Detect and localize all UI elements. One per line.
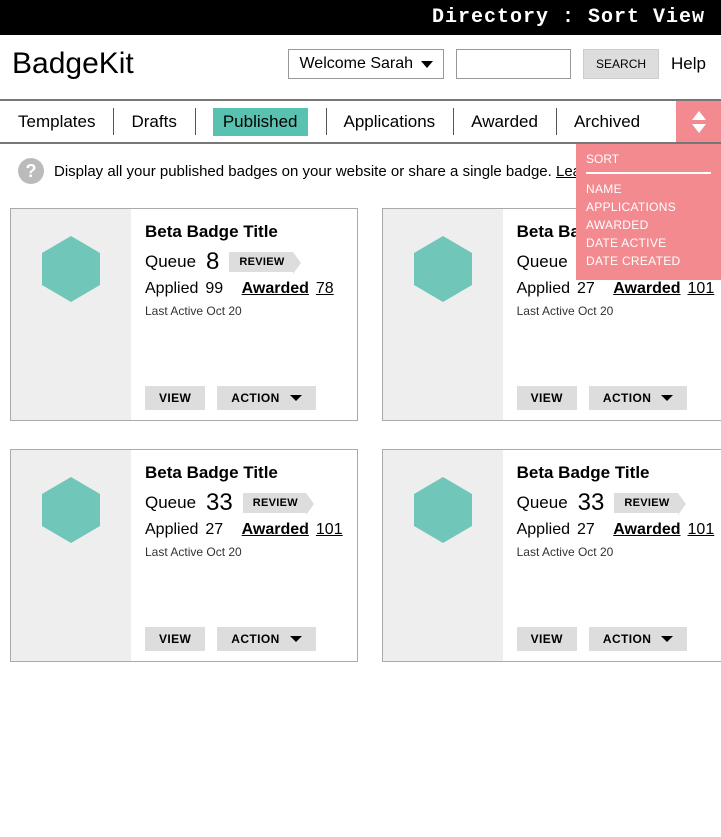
badge-thumbnail bbox=[11, 450, 131, 661]
tab-applications[interactable]: Applications bbox=[326, 101, 454, 142]
search-input[interactable] bbox=[456, 49, 571, 79]
badge-title: Beta Badge Title bbox=[145, 463, 343, 483]
badge-thumbnail bbox=[383, 209, 503, 420]
sort-panel-header: SORT bbox=[586, 152, 711, 174]
user-menu-label: Welcome Sarah bbox=[299, 55, 413, 73]
last-active: Last Active Oct 20 bbox=[145, 545, 343, 559]
awarded-count[interactable]: 101 bbox=[688, 280, 715, 298]
action-button[interactable]: ACTION bbox=[217, 386, 315, 410]
tab-drafts[interactable]: Drafts bbox=[113, 101, 194, 142]
awarded-count[interactable]: 78 bbox=[316, 280, 334, 298]
action-button[interactable]: ACTION bbox=[217, 627, 315, 651]
action-button-label: ACTION bbox=[231, 632, 279, 646]
review-button[interactable]: REVIEW bbox=[614, 493, 677, 513]
queue-label: Queue bbox=[517, 493, 568, 513]
sort-option-date-created[interactable]: DATE CREATED bbox=[586, 252, 711, 270]
awarded-link[interactable]: Awarded bbox=[613, 280, 680, 298]
hint-text: Display all your published badges on you… bbox=[54, 163, 664, 180]
page-annotation: Directory : Sort View bbox=[0, 0, 721, 35]
last-active: Last Active Oct 20 bbox=[517, 545, 715, 559]
queue-count: 8 bbox=[206, 248, 219, 276]
hexagon-icon bbox=[412, 475, 474, 545]
sort-option-awarded[interactable]: AWARDED bbox=[586, 216, 711, 234]
badge-title: Beta Badge Title bbox=[517, 463, 715, 483]
sort-button[interactable] bbox=[676, 101, 721, 142]
applied-label: Applied bbox=[517, 521, 570, 539]
awarded-link[interactable]: Awarded bbox=[242, 280, 309, 298]
badge-card: Beta Badge Title Queue 8 REVIEW Applied … bbox=[10, 208, 358, 421]
last-active: Last Active Oct 20 bbox=[517, 304, 715, 318]
view-button[interactable]: VIEW bbox=[145, 386, 205, 410]
sort-panel: SORT NAME APPLICATIONS AWARDED DATE ACTI… bbox=[576, 144, 721, 280]
user-menu[interactable]: Welcome Sarah bbox=[288, 49, 444, 79]
action-button[interactable]: ACTION bbox=[589, 386, 687, 410]
hint-text-body: Display all your published badges on you… bbox=[54, 163, 556, 180]
applied-label: Applied bbox=[517, 280, 570, 298]
tab-published[interactable]: Published bbox=[195, 101, 326, 142]
action-button-label: ACTION bbox=[231, 391, 279, 405]
hexagon-icon bbox=[412, 234, 474, 304]
sort-option-date-active[interactable]: DATE ACTIVE bbox=[586, 234, 711, 252]
tab-bar: Templates Drafts Published Applications … bbox=[0, 99, 721, 144]
queue-label: Queue bbox=[145, 252, 196, 272]
view-button[interactable]: VIEW bbox=[145, 627, 205, 651]
applied-count: 27 bbox=[577, 521, 595, 539]
awarded-link[interactable]: Awarded bbox=[242, 521, 309, 539]
help-link[interactable]: Help bbox=[671, 54, 706, 74]
badge-thumbnail bbox=[11, 209, 131, 420]
search-button[interactable]: SEARCH bbox=[583, 49, 659, 79]
awarded-count[interactable]: 101 bbox=[316, 521, 343, 539]
sort-arrows-icon bbox=[690, 109, 708, 135]
badge-thumbnail bbox=[383, 450, 503, 661]
awarded-count[interactable]: 101 bbox=[688, 521, 715, 539]
badge-body: Beta Badge Title Queue 33 REVIEW Applied… bbox=[503, 450, 721, 661]
header: BadgeKit Welcome Sarah SEARCH Help bbox=[0, 35, 721, 99]
view-button[interactable]: VIEW bbox=[517, 627, 577, 651]
action-button-label: ACTION bbox=[603, 391, 651, 405]
applied-count: 27 bbox=[577, 280, 595, 298]
applied-count: 27 bbox=[205, 521, 223, 539]
queue-label: Queue bbox=[517, 252, 568, 272]
badge-body: Beta Badge Title Queue 33 REVIEW Applied… bbox=[131, 450, 357, 661]
awarded-link[interactable]: Awarded bbox=[613, 521, 680, 539]
sort-option-name[interactable]: NAME bbox=[586, 180, 711, 198]
chevron-down-icon bbox=[661, 395, 673, 401]
applied-count: 99 bbox=[205, 280, 223, 298]
help-icon: ? bbox=[18, 158, 44, 184]
review-button[interactable]: REVIEW bbox=[243, 493, 306, 513]
last-active: Last Active Oct 20 bbox=[145, 304, 343, 318]
queue-count: 33 bbox=[206, 489, 233, 517]
queue-label: Queue bbox=[145, 493, 196, 513]
hexagon-icon bbox=[40, 475, 102, 545]
hexagon-icon bbox=[40, 234, 102, 304]
chevron-down-icon bbox=[661, 636, 673, 642]
chevron-down-icon bbox=[290, 395, 302, 401]
applied-label: Applied bbox=[145, 521, 198, 539]
queue-count: 33 bbox=[578, 489, 605, 517]
badge-card: Beta Badge Title Queue 33 REVIEW Applied… bbox=[382, 449, 721, 662]
sort-option-applications[interactable]: APPLICATIONS bbox=[586, 198, 711, 216]
view-button[interactable]: VIEW bbox=[517, 386, 577, 410]
app-logo: BadgeKit bbox=[12, 47, 134, 81]
tab-templates[interactable]: Templates bbox=[0, 101, 113, 142]
tab-archived[interactable]: Archived bbox=[556, 101, 658, 142]
applied-label: Applied bbox=[145, 280, 198, 298]
badge-title: Beta Badge Title bbox=[145, 222, 343, 242]
badge-body: Beta Badge Title Queue 8 REVIEW Applied … bbox=[131, 209, 357, 420]
action-button-label: ACTION bbox=[603, 632, 651, 646]
badge-card: Beta Badge Title Queue 33 REVIEW Applied… bbox=[10, 449, 358, 662]
chevron-down-icon bbox=[290, 636, 302, 642]
tab-published-label: Published bbox=[213, 108, 308, 136]
chevron-down-icon bbox=[421, 61, 433, 68]
tab-awarded[interactable]: Awarded bbox=[453, 101, 556, 142]
review-button[interactable]: REVIEW bbox=[229, 252, 292, 272]
action-button[interactable]: ACTION bbox=[589, 627, 687, 651]
